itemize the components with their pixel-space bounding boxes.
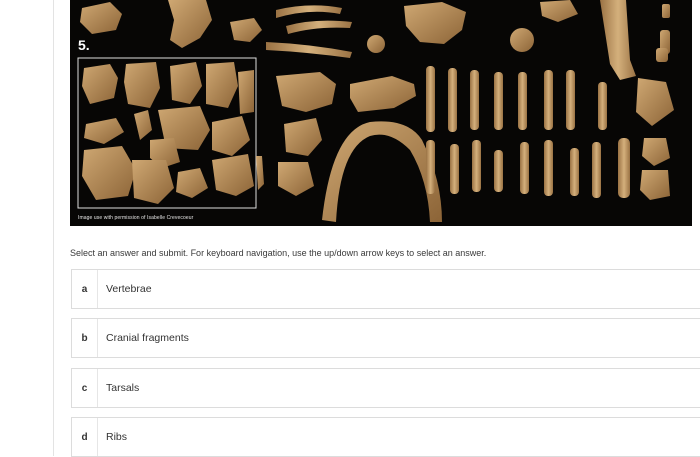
answer-option-a[interactable]: a Vertebrae [71, 269, 700, 309]
left-divider [53, 0, 54, 456]
option-label: Cranial fragments [106, 332, 189, 344]
question-number: 5. [78, 37, 90, 53]
answer-option-b[interactable]: b Cranial fragments [71, 318, 700, 358]
bone-collection-photo [77, 0, 674, 222]
option-letter: d [72, 418, 98, 456]
answer-option-c[interactable]: c Tarsals [71, 368, 700, 408]
answer-option-d[interactable]: d Ribs [71, 417, 700, 457]
option-letter: b [72, 319, 98, 357]
image-credit: Image use with permission of Isabelle Cr… [78, 215, 194, 221]
answer-instructions: Select an answer and submit. For keyboar… [70, 248, 487, 258]
option-label: Ribs [106, 431, 128, 443]
option-letter: c [72, 369, 98, 407]
option-letter: a [72, 270, 98, 308]
question-image: 5. Image use with permission of Isabelle… [70, 0, 692, 226]
option-label: Tarsals [106, 382, 140, 394]
option-label: Vertebrae [106, 283, 152, 295]
